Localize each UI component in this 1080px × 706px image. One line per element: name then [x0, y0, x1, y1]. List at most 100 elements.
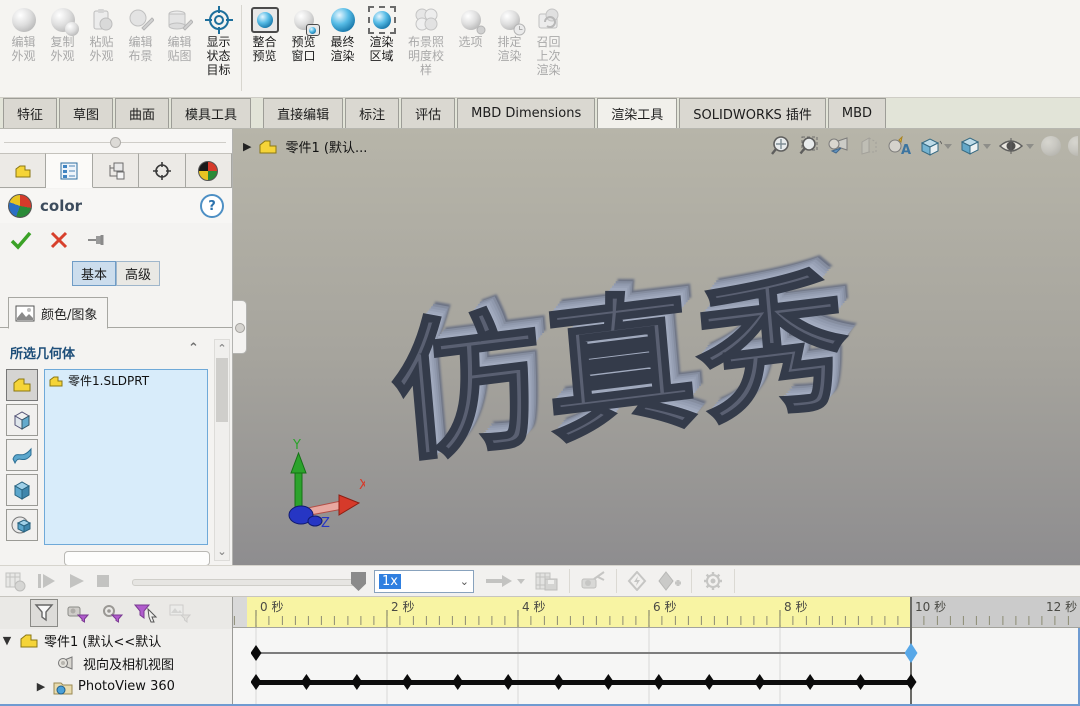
slider-track[interactable]	[132, 579, 364, 586]
advanced-mode-button[interactable]: 高级	[116, 261, 160, 286]
zoom-area-button[interactable]	[798, 135, 820, 157]
filter-animated-button[interactable]	[64, 599, 92, 627]
scroll-up-icon[interactable]: ⌃	[215, 342, 229, 355]
feature-tree-flyout[interactable]: ▶ 零件1 (默认...	[243, 137, 367, 156]
selected-geometry-list[interactable]: 零件1.SLDPRT	[44, 369, 208, 545]
panel-scrollbar[interactable]: ⌃ ⌄	[214, 339, 230, 561]
collapse-chevron-icon[interactable]: ⌃	[188, 341, 199, 356]
save-animation-button[interactable]	[535, 571, 559, 591]
recall-last-render-button[interactable]: 召回 上次 渲染	[529, 3, 568, 77]
tab-sketch[interactable]: 草图	[59, 98, 113, 128]
tab-dimxpertmanager[interactable]	[139, 153, 185, 187]
tab-featuremanager[interactable]	[0, 153, 46, 187]
tab-direct-editing[interactable]: 直接编辑	[263, 98, 343, 128]
calculate-button[interactable]	[4, 570, 26, 592]
dropdown-arrow-icon[interactable]	[1026, 144, 1034, 149]
funnel-icon	[34, 603, 54, 623]
tab-mbd-dimensions[interactable]: MBD Dimensions	[457, 98, 595, 128]
hide-show-items-button[interactable]	[998, 136, 1034, 156]
filter-face-button[interactable]	[6, 404, 38, 436]
tab-solidworks-addins[interactable]: SOLIDWORKS 插件	[679, 98, 826, 128]
chevron-down-icon[interactable]: ⌄	[460, 575, 469, 588]
help-button[interactable]: ?	[200, 194, 224, 218]
graphics-viewport[interactable]: ▶ 零件1 (默认... A 仿真秀 Y X Z	[233, 129, 1080, 565]
display-state-target-button[interactable]: 显示 状态 目标	[199, 3, 238, 77]
slider-handle[interactable]	[351, 572, 366, 591]
tab-mbd[interactable]: MBD	[828, 98, 886, 128]
animation-wizard-button[interactable]	[580, 571, 606, 591]
tab-propertymanager[interactable]	[46, 153, 92, 188]
schedule-render-button[interactable]: 排定 渲染	[490, 3, 529, 64]
edit-appearance-hud-button[interactable]	[1041, 136, 1061, 156]
tab-evaluate[interactable]: 评估	[401, 98, 455, 128]
timeline-slider[interactable]	[132, 572, 364, 590]
scroll-down-icon[interactable]: ⌄	[215, 545, 229, 558]
filter-feature-button[interactable]	[6, 509, 38, 541]
tree-row-part[interactable]: ▼ 零件1 (默认<<默认	[0, 629, 232, 652]
tab-configurationmanager[interactable]	[93, 153, 139, 187]
list-item[interactable]: 零件1.SLDPRT	[45, 370, 207, 391]
tree-row-orientation[interactable]: 视向及相机视图	[0, 652, 232, 675]
annotation-views-button[interactable]: A	[887, 136, 911, 156]
filter-surface-button[interactable]	[6, 439, 38, 471]
cancel-button[interactable]	[50, 231, 68, 249]
apply-scene-button[interactable]	[1068, 136, 1078, 156]
tab-surfaces[interactable]: 曲面	[115, 98, 169, 128]
filter-results-button[interactable]	[166, 599, 194, 627]
dropdown-arrow-icon[interactable]	[517, 579, 525, 584]
tree-row-photoview[interactable]: ▶ PhotoView 360	[0, 675, 232, 698]
model-3d-text[interactable]: 仿真秀	[334, 213, 909, 498]
dropdown-arrow-icon[interactable]	[983, 144, 991, 149]
tab-annotation[interactable]: 标注	[345, 98, 399, 128]
previous-view-button[interactable]	[827, 136, 851, 156]
filter-driving-button[interactable]	[98, 599, 126, 627]
keyframe-bar[interactable]	[256, 652, 911, 654]
motion-study-properties-button[interactable]	[702, 570, 724, 592]
edit-decal-button[interactable]: 编辑 贴图	[160, 3, 199, 64]
face-icon	[11, 409, 33, 431]
panel-splitter-tab[interactable]	[233, 300, 247, 354]
filter-body-button[interactable]	[6, 474, 38, 506]
caret-right-icon[interactable]: ▶	[34, 680, 48, 693]
tab-render-tools[interactable]: 渲染工具	[597, 98, 677, 128]
scene-illumination-proof-button[interactable]: 布景照 明度校 样	[401, 3, 451, 77]
tab-features[interactable]: 特征	[3, 98, 57, 128]
filter-all-button[interactable]	[30, 599, 58, 627]
integrated-preview-button[interactable]: 整合 预览	[245, 3, 284, 64]
section-view-button[interactable]	[858, 136, 880, 156]
render-region-button[interactable]: 渲染 区域	[362, 3, 401, 64]
preview-window-button[interactable]: 预览 窗口	[284, 3, 323, 64]
dropdown-arrow-icon[interactable]	[944, 144, 952, 149]
filter-selected-button[interactable]	[132, 599, 160, 627]
view-orientation-button[interactable]	[918, 135, 952, 157]
autokey-button[interactable]	[627, 571, 647, 591]
final-render-button[interactable]: 最终 渲染	[323, 3, 362, 64]
stop-button[interactable]	[96, 574, 110, 588]
filter-part-button[interactable]	[6, 369, 38, 401]
edit-scene-button[interactable]: 编辑 布景	[121, 3, 160, 64]
options-button[interactable]: 选项	[451, 3, 490, 50]
tab-displaymanager[interactable]	[186, 153, 232, 187]
timeline-ruler[interactable]: 0 秒 2 秒 4 秒 6 秒 8 秒 10 秒 12 秒	[233, 597, 1080, 628]
tab-mold-tools[interactable]: 模具工具	[171, 98, 251, 128]
paste-appearance-button[interactable]: 粘贴 外观	[82, 3, 121, 64]
color-image-subtab[interactable]: 颜色/图象	[8, 297, 108, 329]
track-rows[interactable]	[233, 628, 1080, 704]
pin-button[interactable]	[86, 232, 110, 248]
zoom-fit-button[interactable]	[769, 135, 791, 157]
play-button[interactable]	[68, 573, 86, 589]
image-icon	[15, 305, 35, 322]
play-from-start-button[interactable]	[36, 573, 58, 589]
playback-mode-button[interactable]	[484, 574, 525, 588]
display-style-button[interactable]	[959, 135, 991, 157]
edit-appearance-button[interactable]: 编辑 外观	[4, 3, 43, 64]
expand-caret-icon[interactable]: ▶	[243, 140, 251, 153]
playback-speed-combobox[interactable]: 1x ⌄	[374, 570, 474, 593]
panel-grip[interactable]	[0, 129, 232, 153]
copy-appearance-button[interactable]: 复制 外观	[43, 3, 82, 64]
ok-button[interactable]	[10, 230, 32, 250]
scrollbar-thumb[interactable]	[216, 358, 228, 422]
basic-mode-button[interactable]: 基本	[72, 261, 116, 286]
add-key-button[interactable]	[657, 571, 681, 591]
caret-down-icon[interactable]: ▼	[0, 634, 14, 647]
